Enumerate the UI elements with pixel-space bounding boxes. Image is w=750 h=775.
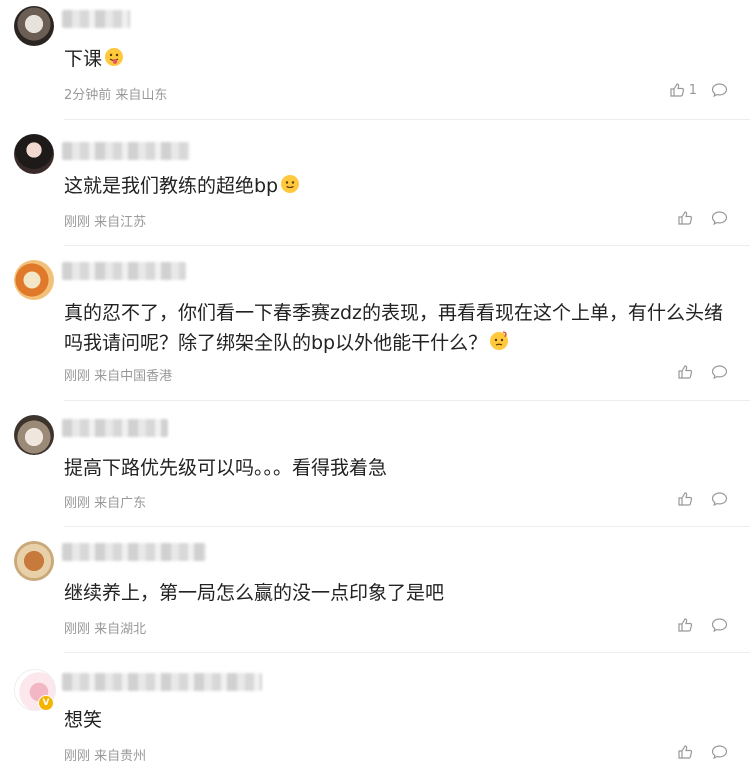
- username-blurred[interactable]: [62, 419, 168, 437]
- comment-location: 来自贵州: [94, 749, 147, 764]
- comment-location: 来自江苏: [94, 215, 147, 230]
- comment-meta: 刚刚 来自江苏: [64, 211, 146, 230]
- comment-item: V 想笑 刚刚 来自贵州: [0, 653, 750, 775]
- comment-actions: [677, 491, 728, 507]
- like-button[interactable]: [677, 491, 697, 507]
- comment-time: 刚刚: [64, 369, 91, 384]
- comment-time: 刚刚: [64, 749, 91, 764]
- comment-actions: 1: [669, 82, 728, 98]
- comment-item: 提高下路优先级可以吗。。。看得我着急 刚刚 来自广东: [0, 401, 750, 527]
- comment-time: 2分钟前: [64, 88, 112, 103]
- comment-text-content: 下课: [64, 48, 103, 70]
- thumbs-up-icon: [678, 745, 693, 759]
- reply-button[interactable]: [711, 210, 728, 226]
- comment-bubble-icon: [711, 618, 728, 633]
- comment-bubble-icon: [711, 83, 728, 98]
- comment-item: 继续养上，第一局怎么赢的没一点印象了是吧 刚刚 来自湖北: [0, 527, 750, 653]
- comment-location: 来自湖北: [94, 622, 147, 637]
- comment-location: 来自广东: [94, 496, 147, 511]
- username-blurred[interactable]: [62, 673, 262, 691]
- username-blurred[interactable]: [62, 543, 206, 561]
- comment-bubble-icon: [711, 492, 728, 507]
- comment-time: 刚刚: [64, 496, 91, 511]
- comment-actions: [677, 744, 728, 760]
- reply-button[interactable]: [711, 617, 728, 633]
- avatar[interactable]: [14, 541, 54, 581]
- comment-time: 刚刚: [64, 215, 91, 230]
- thumbs-up-icon: [678, 211, 693, 225]
- comment-item: 下课 2分钟前 来自山东 1: [0, 0, 750, 120]
- like-button[interactable]: [677, 617, 697, 633]
- comment-actions: [677, 210, 728, 226]
- like-button[interactable]: [677, 364, 697, 380]
- comment-item: 真的忍不了，你们看一下春季赛zdz的表现，再看看现在这个上单，有什么头绪吗我请问…: [0, 246, 750, 401]
- like-count: 1: [688, 82, 697, 98]
- comment-text-content: 这就是我们教练的超绝bp: [64, 175, 279, 197]
- comment-text-content: 想笑: [64, 709, 103, 731]
- comment-location: 来自中国香港: [94, 369, 173, 384]
- comment-actions: [677, 617, 728, 633]
- comment-bubble-icon: [711, 745, 728, 760]
- comment-text-content: 继续养上，第一局怎么赢的没一点印象了是吧: [64, 582, 445, 604]
- username-blurred[interactable]: [62, 10, 130, 28]
- comment-item: 这就是我们教练的超绝bp 刚刚 来自江苏: [0, 120, 750, 246]
- reply-button[interactable]: [711, 491, 728, 507]
- smile-emoji-icon: [280, 173, 300, 203]
- comment-time: 刚刚: [64, 622, 91, 637]
- like-button[interactable]: 1: [669, 82, 697, 98]
- username-blurred[interactable]: [62, 142, 190, 160]
- comment-meta: 刚刚 来自中国香港: [64, 365, 172, 384]
- username-blurred[interactable]: [62, 262, 186, 280]
- comment-text: 下课: [64, 44, 728, 76]
- comment-text: 这就是我们教练的超绝bp: [64, 171, 728, 203]
- comment-text-content: 提高下路优先级可以吗。。。看得我着急: [64, 457, 388, 479]
- comment-actions: [677, 364, 728, 380]
- reply-button[interactable]: [711, 364, 728, 380]
- comment-bubble-icon: [711, 365, 728, 380]
- thumbs-up-icon: [678, 492, 693, 506]
- comment-meta: 刚刚 来自湖北: [64, 618, 146, 637]
- avatar[interactable]: [14, 415, 54, 455]
- verified-badge-icon: V: [38, 695, 54, 711]
- tongue-emoji-icon: [104, 46, 124, 76]
- comment-text-content: 真的忍不了，你们看一下春季赛zdz的表现，再看看现在这个上单，有什么头绪吗我请问…: [64, 302, 724, 354]
- comment-text: 真的忍不了，你们看一下春季赛zdz的表现，再看看现在这个上单，有什么头绪吗我请问…: [64, 298, 728, 360]
- thumbs-up-icon: [670, 83, 684, 97]
- comment-bubble-icon: [711, 211, 728, 226]
- like-button[interactable]: [677, 744, 697, 760]
- avatar[interactable]: [14, 260, 54, 300]
- confused-emoji-icon: [489, 330, 509, 360]
- comment-meta: 刚刚 来自贵州: [64, 745, 146, 764]
- comment-meta: 刚刚 来自广东: [64, 492, 146, 511]
- comment-text: 想笑: [64, 705, 728, 735]
- comment-text: 提高下路优先级可以吗。。。看得我着急: [64, 453, 728, 483]
- comment-location: 来自山东: [115, 88, 168, 103]
- comment-meta: 2分钟前 来自山东: [64, 84, 167, 103]
- like-button[interactable]: [677, 210, 697, 226]
- reply-button[interactable]: [711, 82, 728, 98]
- comment-text: 继续养上，第一局怎么赢的没一点印象了是吧: [64, 578, 728, 608]
- thumbs-up-icon: [678, 365, 693, 379]
- thumbs-up-icon: [678, 618, 693, 632]
- reply-button[interactable]: [711, 744, 728, 760]
- avatar[interactable]: [14, 6, 54, 46]
- avatar[interactable]: [14, 134, 54, 174]
